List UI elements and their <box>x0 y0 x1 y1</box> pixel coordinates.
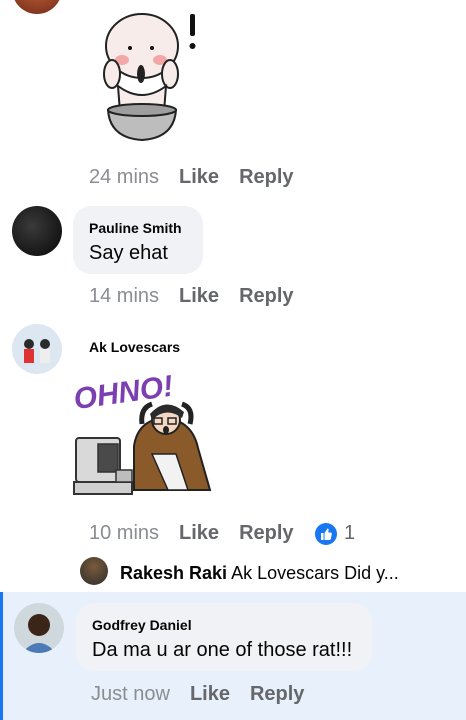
reply-button[interactable]: Reply <box>239 285 293 307</box>
like-button[interactable]: Like <box>179 285 219 307</box>
like-button[interactable]: Like <box>179 522 219 544</box>
new-comment-indicator <box>0 592 3 720</box>
like-reaction-icon[interactable] <box>315 523 337 545</box>
timestamp: 14 mins <box>89 285 160 307</box>
comment-text: Da ma u ar one of those rat!!! <box>92 639 353 661</box>
reply-preview-text: Ak Lovescars Did y... <box>231 563 399 583</box>
like-button[interactable]: Like <box>190 683 230 705</box>
avatar-rakesh-raki[interactable] <box>80 557 108 585</box>
comment-meta-row: 14 mins Like Reply <box>89 285 294 308</box>
reaction-count: 1 <box>344 522 356 544</box>
comment-bubble-pauline[interactable]: Pauline Smith Say ehat <box>73 206 203 274</box>
reply-preview[interactable]: Rakesh Raki Ak Lovescars Did y... <box>120 563 399 584</box>
sticker-cute-bowl <box>98 8 208 148</box>
reply-button[interactable]: Reply <box>239 166 293 188</box>
timestamp: 10 mins <box>89 522 160 544</box>
reply-preview-author: Rakesh Raki <box>120 563 228 583</box>
avatar-ak-lovescars[interactable] <box>12 324 62 374</box>
comment-bubble-godfrey[interactable]: Godfrey Daniel Da ma u ar one of those r… <box>76 603 372 671</box>
avatar-top-partial[interactable] <box>12 0 62 14</box>
timestamp: 24 mins <box>89 166 160 188</box>
comment-meta-row: Just now Like Reply <box>91 683 304 706</box>
timestamp: Just now <box>91 683 170 705</box>
comment-author[interactable]: Ak Lovescars <box>89 339 180 355</box>
comment-meta-row: 24 mins Like Reply <box>89 166 294 189</box>
comment-meta-row: 10 mins Like Reply <box>89 522 294 545</box>
avatar-godfrey-daniel[interactable] <box>14 603 64 653</box>
comment-text: Say ehat <box>89 242 168 264</box>
comment-author[interactable]: Pauline Smith <box>89 220 182 236</box>
reply-button[interactable]: Reply <box>250 683 304 705</box>
like-button[interactable]: Like <box>179 166 219 188</box>
reply-button[interactable]: Reply <box>239 522 293 544</box>
comment-author[interactable]: Godfrey Daniel <box>92 617 192 633</box>
avatar-pauline-smith[interactable] <box>12 206 62 256</box>
sticker-oh-no: OHNO! <box>72 358 222 506</box>
